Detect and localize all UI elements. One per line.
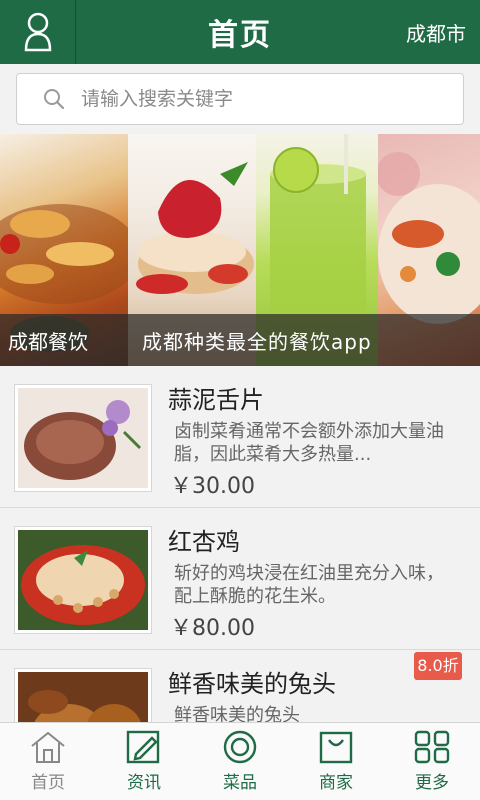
list-item[interactable]: 红杏鸡 斩好的鸡块浸在红油里充分入味，配上酥脆的花生米。 ￥80.00 <box>0 508 480 650</box>
tab-more[interactable]: 更多 <box>384 723 480 800</box>
dish-name: 蒜泥舌片 <box>168 386 264 414</box>
top-header: 首页 成都市 <box>0 0 480 64</box>
banner-caption-title: 成都餐饮 <box>8 329 88 354</box>
tab-merchants[interactable]: 商家 <box>288 723 384 800</box>
grid-icon <box>414 730 450 764</box>
bag-icon <box>319 731 353 764</box>
tab-merchants-label: 商家 <box>319 773 353 793</box>
dish-name: 红杏鸡 <box>168 528 240 556</box>
dish-name: 鲜香味美的兔头 <box>168 670 336 698</box>
banner-caption-subtitle: 成都种类最全的餐饮app <box>142 329 372 354</box>
dish-thumbnail <box>14 668 152 722</box>
home-icon <box>31 731 65 763</box>
search-input[interactable] <box>81 88 441 110</box>
target-icon <box>223 730 257 764</box>
tab-dishes-label: 菜品 <box>223 773 257 793</box>
search-area <box>0 64 480 134</box>
bottom-nav: 首页 资讯 菜品 商家 更多 <box>0 722 480 800</box>
search-box[interactable] <box>16 73 464 125</box>
tab-more-label: 更多 <box>415 773 449 793</box>
page-title: 首页 <box>208 18 272 53</box>
search-icon <box>44 89 65 110</box>
city-selector[interactable]: 成都市 <box>406 18 466 47</box>
dish-description: 鲜香味美的兔头 <box>174 705 300 722</box>
tab-news-label: 资讯 <box>127 773 161 793</box>
dish-list: 蒜泥舌片 卤制菜肴通常不会额外添加大量油脂，因此菜肴大多热量... ￥30.00… <box>0 366 480 722</box>
dish-description: 斩好的鸡块浸在红油里充分入味，配上酥脆的花生米。 <box>174 563 444 607</box>
dish-price: ￥80.00 <box>170 616 255 641</box>
dish-thumbnail <box>14 526 152 634</box>
app-root: 首页 成都市 请输入搜索关键字 成都餐饮 成都种类最全的餐饮app 蒜泥舌片 卤… <box>0 0 480 800</box>
list-item[interactable]: 蒜泥舌片 卤制菜肴通常不会额外添加大量油脂，因此菜肴大多热量... ￥30.00 <box>0 366 480 508</box>
user-icon <box>24 12 51 52</box>
tab-home-label: 首页 <box>31 773 65 793</box>
list-item[interactable]: 鲜香味美的兔头 鲜香味美的兔头 <box>0 650 480 722</box>
discount-badge: 8.0折 <box>414 652 462 680</box>
promo-banner[interactable]: 成都餐饮 成都种类最全的餐饮app <box>0 134 480 366</box>
tab-dishes[interactable]: 菜品 <box>192 723 288 800</box>
dish-description: 卤制菜肴通常不会额外添加大量油脂，因此菜肴大多热量... <box>174 421 444 465</box>
tab-home[interactable]: 首页 <box>0 723 96 800</box>
banner-caption-bar: 成都餐饮 成都种类最全的餐饮app <box>0 314 480 366</box>
edit-icon <box>126 730 160 764</box>
user-button[interactable] <box>0 0 76 64</box>
tab-news[interactable]: 资讯 <box>96 723 192 800</box>
dish-price: ￥30.00 <box>170 474 255 499</box>
dish-thumbnail <box>14 384 152 492</box>
